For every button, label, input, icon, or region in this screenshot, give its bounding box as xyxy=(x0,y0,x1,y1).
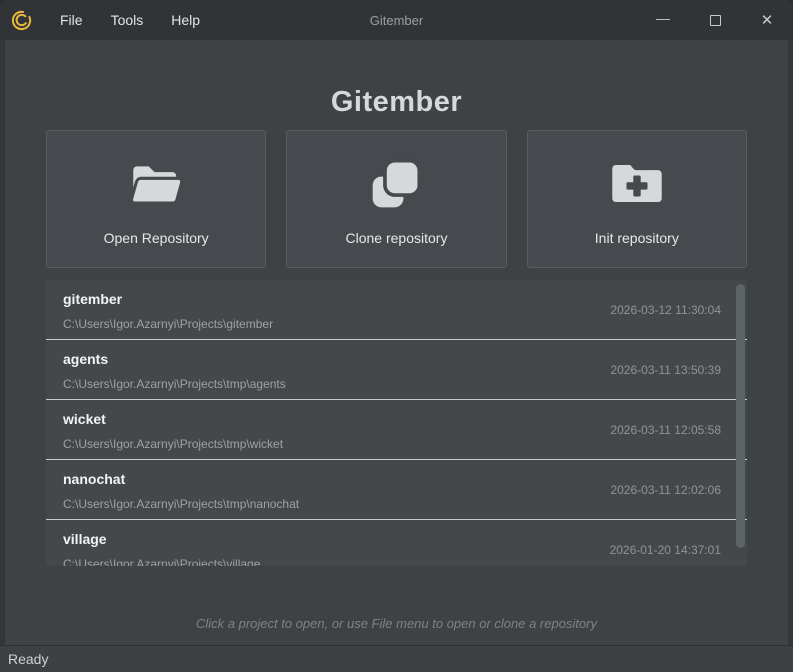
open-repository-button[interactable]: Open Repository xyxy=(46,130,266,268)
repo-path: C:\Users\Igor.Azarnyi\Projects\village xyxy=(63,557,747,566)
window-controls: — ✕ xyxy=(637,0,793,40)
repo-list-item[interactable]: agentsC:\Users\Igor.Azarnyi\Projects\tmp… xyxy=(46,340,747,400)
init-repository-label: Init repository xyxy=(595,230,679,246)
repo-path: C:\Users\Igor.Azarnyi\Projects\tmp\wicke… xyxy=(63,437,747,451)
repo-path: C:\Users\Igor.Azarnyi\Projects\tmp\agent… xyxy=(63,377,747,391)
status-bar: Ready xyxy=(0,645,793,672)
repo-list-item[interactable]: nanochatC:\Users\Igor.Azarnyi\Projects\t… xyxy=(46,460,747,520)
repo-timestamp: 2026-03-12 11:30:04 xyxy=(610,303,721,317)
titlebar: File Tools Help Gitember — ✕ xyxy=(0,0,793,40)
app-window: File Tools Help Gitember — ✕ Gitember xyxy=(0,0,793,672)
repo-list: gitemberC:\Users\Igor.Azarnyi\Projects\g… xyxy=(46,280,747,566)
repo-timestamp: 2026-03-11 12:02:06 xyxy=(610,483,721,497)
menu-file[interactable]: File xyxy=(46,0,97,40)
scrollbar-thumb[interactable] xyxy=(736,284,745,548)
repo-timestamp: 2026-03-11 13:50:39 xyxy=(610,363,721,377)
page-title: Gitember xyxy=(5,86,788,119)
minimize-icon: — xyxy=(656,10,670,26)
clone-repository-label: Clone repository xyxy=(346,230,448,246)
repo-timestamp: 2026-03-11 12:05:58 xyxy=(610,423,721,437)
footer-hint: Click a project to open, or use File men… xyxy=(5,616,788,631)
folder-open-icon xyxy=(125,153,187,215)
folder-plus-icon xyxy=(607,153,667,215)
repo-list-item[interactable]: wicketC:\Users\Igor.Azarnyi\Projects\tmp… xyxy=(46,400,747,460)
clone-icon xyxy=(369,153,423,215)
maximize-icon xyxy=(710,15,721,26)
repo-path: C:\Users\Igor.Azarnyi\Projects\gitember xyxy=(63,317,747,331)
status-text: Ready xyxy=(8,651,48,667)
repo-timestamp: 2026-01-20 14:37:01 xyxy=(610,543,721,557)
menu-tools[interactable]: Tools xyxy=(97,0,158,40)
main-content: Gitember Open Repository xyxy=(0,40,793,645)
repo-path: C:\Users\Igor.Azarnyi\Projects\tmp\nanoc… xyxy=(63,497,747,511)
repo-list-item[interactable]: gitemberC:\Users\Igor.Azarnyi\Projects\g… xyxy=(46,280,747,340)
action-tiles: Open Repository Clone repository xyxy=(46,130,747,268)
close-button[interactable]: ✕ xyxy=(741,0,793,40)
menu-help[interactable]: Help xyxy=(157,0,214,40)
close-icon: ✕ xyxy=(761,11,774,29)
gitember-logo-icon xyxy=(10,9,33,32)
init-repository-button[interactable]: Init repository xyxy=(527,130,747,268)
repo-list-item[interactable]: villageC:\Users\Igor.Azarnyi\Projects\vi… xyxy=(46,520,747,566)
open-repository-label: Open Repository xyxy=(104,230,209,246)
minimize-button[interactable]: — xyxy=(637,0,689,40)
maximize-button[interactable] xyxy=(689,0,741,40)
clone-repository-button[interactable]: Clone repository xyxy=(286,130,506,268)
